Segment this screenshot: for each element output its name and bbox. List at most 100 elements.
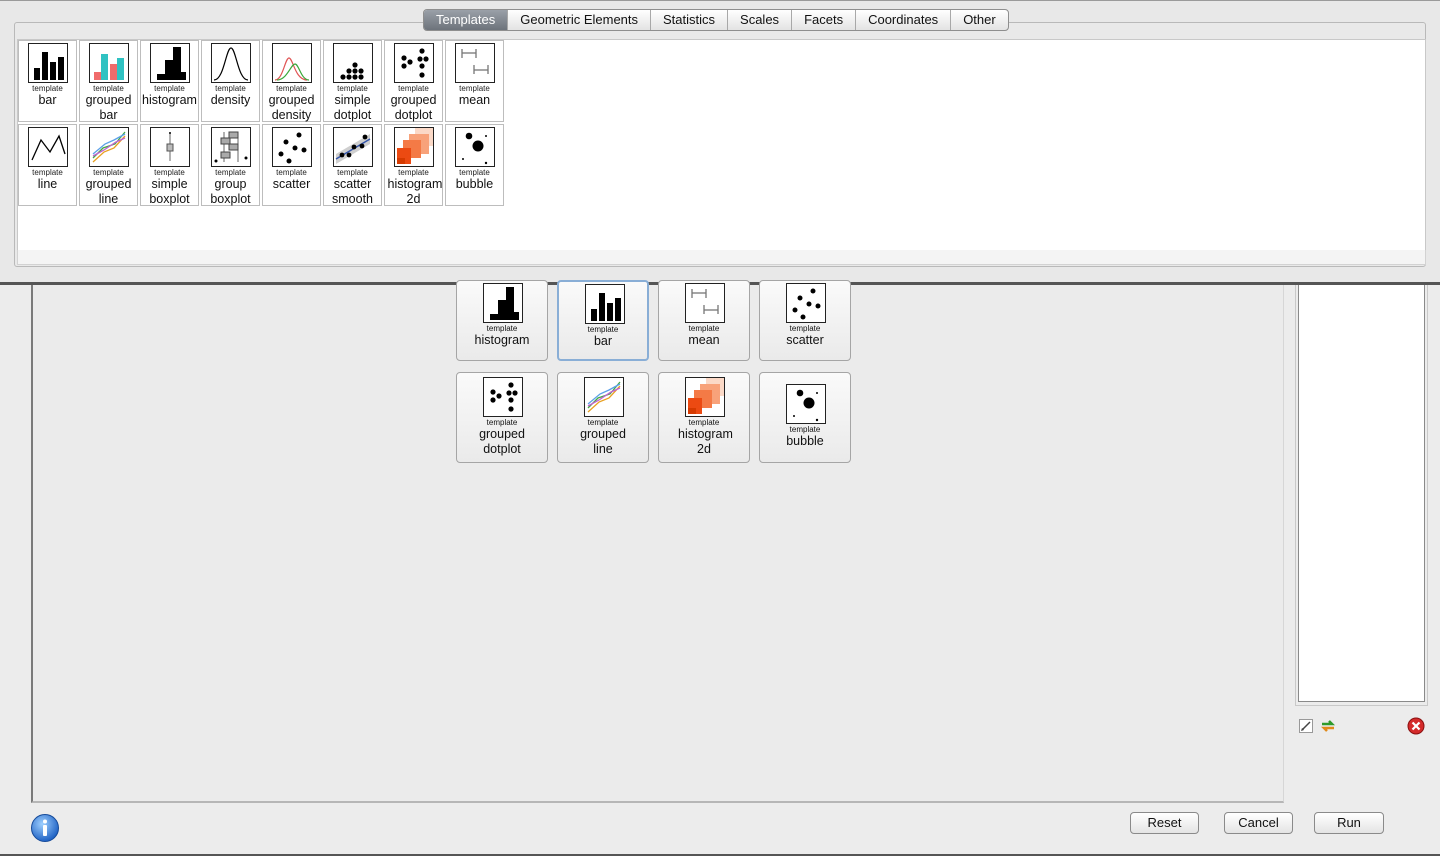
gallery-item-caption: template [32,84,63,93]
gallery-item[interactable]: template mean [445,40,504,122]
gallery-item-label: simple dotplot [333,93,372,122]
gallery-item-caption: template [337,84,368,93]
gallery-item-label: bar [38,93,57,107]
layer-tile-label: histogram 2d [678,427,733,456]
gallery-item-caption: template [398,84,429,93]
gallery-item-thumbnail [28,43,68,83]
gallery-item[interactable]: template simple dotplot [323,40,382,122]
gallery-item-label: density [210,93,251,107]
bar-chart-icon [34,52,64,80]
gallery-item-thumbnail [455,43,495,83]
layer-tile[interactable]: template histogram 2d [658,372,750,463]
gallery-item[interactable]: template simple boxplot [140,124,199,206]
layer-tile-thumbnail [483,377,523,417]
gallery-item-caption: template [459,168,490,177]
layer-tile-caption: template [688,418,720,427]
gallery-item-label: scatter [272,177,311,191]
gallery-item[interactable]: template grouped dotplot [384,40,443,122]
grouped-dotplot-icon [490,382,518,412]
cancel-button[interactable]: Cancel [1224,812,1293,834]
gallery-item-caption: template [93,168,124,177]
gallery-item-caption: template [459,84,490,93]
histogram-2d-icon [686,378,724,416]
gallery-item-label: line [37,177,58,191]
gallery-item[interactable]: template scatter smooth [323,124,382,206]
layer-tile-thumbnail [786,283,826,323]
layer-tile-thumbnail [483,283,523,323]
layer-tile-thumbnail [584,377,624,417]
layer-tile-thumbnail [685,377,725,417]
boxplot-icon [166,132,174,161]
grouped-density-icon [274,57,310,81]
layer-tile-caption: template [486,324,518,333]
layer-tile-thumbnail [585,284,625,324]
gallery-item-label: grouped bar [85,93,132,122]
gallery-item-thumbnail [333,43,373,83]
layer-tile-thumbnail [786,384,826,424]
tab-statistics[interactable]: Statistics [651,10,729,30]
layer-tile[interactable]: template mean [658,280,750,361]
gallery-item-thumbnail [211,43,251,83]
layer-tile-label: grouped dotplot [479,427,525,456]
tab-coordinates[interactable]: Coordinates [856,10,952,30]
gallery-item[interactable]: template line [18,124,77,206]
reset-button[interactable]: Reset [1130,812,1199,834]
edit-icon[interactable] [1298,718,1314,734]
gallery-item-label: grouped density [268,93,315,122]
gallery-item[interactable]: template group boxplot [201,124,260,206]
layer-tile-label: histogram [474,333,530,347]
gallery-item-thumbnail [333,127,373,167]
tab-scales[interactable]: Scales [728,10,793,30]
gallery-item-thumbnail [394,43,434,83]
refresh-icon[interactable] [1319,718,1337,734]
layer-tile[interactable]: template bar [557,280,649,361]
layer-tile[interactable]: template histogram [456,280,548,361]
layer-tile[interactable]: template grouped dotplot [456,372,548,463]
gallery-item-caption: template [398,168,429,177]
histogram-2d-icon [395,128,433,166]
layer-tile-caption: template [486,418,518,427]
gallery-item[interactable]: template grouped line [79,124,138,206]
gallery-item[interactable]: template bubble [445,124,504,206]
gallery-item[interactable]: template grouped bar [79,40,138,122]
run-button[interactable]: Run [1314,812,1384,834]
gallery-item[interactable]: template histogram 2d [384,124,443,206]
gallery-item-label: grouped line [85,177,132,206]
gallery-item[interactable]: template grouped density [262,40,321,122]
histogram-icon [490,287,519,320]
gallery-item-label: group boxplot [210,177,251,206]
layer-list[interactable] [1298,285,1425,702]
gallery-item-label: simple boxplot [149,177,190,206]
grouped-bar-chart-icon [94,54,124,80]
bubble-icon [793,389,819,422]
gallery-item[interactable]: template bar [18,40,77,122]
histogram-icon [157,47,186,80]
tab-facets[interactable]: Facets [792,10,857,30]
tab-templates[interactable]: Templates [424,10,509,30]
gallery-item-thumbnail [28,127,68,167]
info-icon[interactable] [30,813,60,843]
layer-tile[interactable]: template scatter [759,280,851,361]
layer-tile-caption: template [789,324,821,333]
dotplot-icon [340,62,364,80]
gallery-item-caption: template [154,168,185,177]
layer-tile[interactable]: template grouped line [557,372,649,463]
gallery-scrollbar[interactable] [17,250,1426,265]
tab-geometric-elements[interactable]: Geometric Elements [508,10,652,30]
gallery-item-caption: template [276,84,307,93]
delete-icon[interactable] [1407,717,1425,735]
gallery-item[interactable]: template scatter [262,124,321,206]
gallery-item-caption: template [215,84,246,93]
gallery-item[interactable]: template histogram [140,40,199,122]
gallery-item-thumbnail [150,43,190,83]
layer-tile[interactable]: template bubble [759,372,851,463]
mean-errorbar-icon [461,49,489,74]
gallery-item[interactable]: template density [201,40,260,122]
tab-other[interactable]: Other [951,10,1008,30]
gallery-item-thumbnail [272,127,312,167]
bar-chart-icon [591,293,621,321]
grouped-boxplot-icon [214,131,248,163]
gallery-item-thumbnail [272,43,312,83]
grouped-dotplot-icon [401,48,429,78]
gallery-item-label: histogram 2d [387,177,443,206]
